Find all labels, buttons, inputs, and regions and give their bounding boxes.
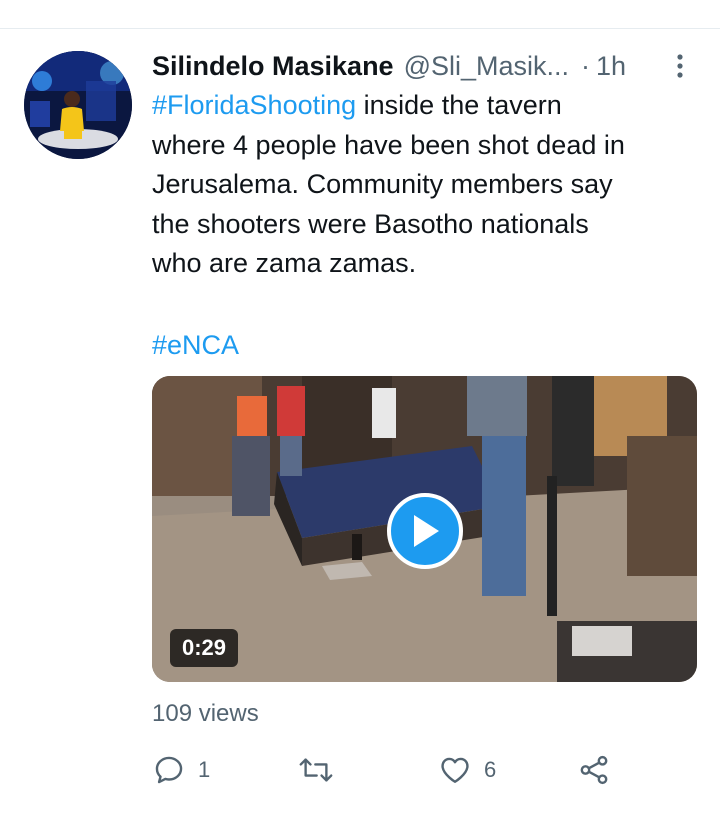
- heart-icon: [441, 757, 469, 783]
- share-button[interactable]: [577, 748, 611, 792]
- tweet-text-line-4: the shooters were Basotho nationals: [152, 208, 589, 239]
- hashtag-floridashooting[interactable]: #FloridaShooting: [152, 90, 356, 120]
- tweet-actions: 1 6: [152, 748, 697, 792]
- more-vertical-icon[interactable]: [668, 50, 692, 82]
- tweet-text-line-1-rest: inside the tavern: [356, 90, 562, 120]
- author-display-name[interactable]: Silindelo Masikane: [152, 51, 394, 82]
- author-handle[interactable]: @Sli_Masik...: [404, 51, 569, 82]
- tweet-text-line-5: who are zama zamas.: [152, 248, 417, 278]
- top-divider: [0, 28, 720, 29]
- tweet-text-line-1: #FloridaShooting inside the tavern: [152, 86, 697, 126]
- reply-count: 1: [198, 757, 211, 782]
- retweet-icon: [299, 758, 333, 782]
- hashtag-enca[interactable]: #eNCA: [152, 327, 239, 363]
- author-avatar[interactable]: [24, 51, 132, 159]
- share-icon: [580, 755, 608, 785]
- tweet-text-line-2: where 4 people have been shot dead in: [152, 129, 625, 160]
- avatar-photo: [24, 51, 132, 159]
- tweet-text-line-3: Jerusalema. Community members say: [152, 169, 613, 199]
- retweet-button[interactable]: [298, 748, 346, 792]
- view-count: 109 views: [152, 700, 259, 727]
- header-separator: ·: [581, 50, 591, 81]
- tweet-text: #FloridaShooting inside the tavern where…: [152, 86, 697, 284]
- reply-button[interactable]: 1: [152, 748, 210, 792]
- like-button[interactable]: 6: [438, 748, 496, 792]
- play-icon: [414, 515, 439, 547]
- tweet-header: Silindelo Masikane @Sli_Masik... · 1h: [152, 48, 692, 84]
- reply-icon: [155, 756, 183, 784]
- video-duration-badge: 0:29: [170, 629, 239, 667]
- play-button[interactable]: [387, 493, 463, 569]
- tweet-timestamp[interactable]: 1h: [596, 51, 626, 82]
- like-count: 6: [484, 757, 497, 782]
- video-player[interactable]: 0:29: [152, 376, 697, 682]
